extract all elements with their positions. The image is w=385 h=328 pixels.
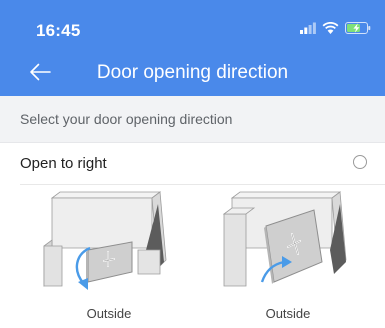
page-title: Door opening direction <box>96 62 289 83</box>
wifi-icon <box>322 22 339 34</box>
status-icons <box>300 22 371 34</box>
app-header: 16:45 Door opening direction <box>0 0 385 96</box>
battery-charging-icon <box>345 22 371 34</box>
status-time: 16:45 <box>36 21 81 40</box>
option-label: Open to right <box>20 155 107 172</box>
illustration-caption-right: Outside <box>265 306 311 321</box>
radio-open-to-right[interactable] <box>353 155 367 169</box>
signal-icon <box>300 22 316 34</box>
door-illustration-right <box>222 191 347 287</box>
instruction-text: Select your door opening direction <box>20 111 233 127</box>
option-open-to-right[interactable]: Open to right <box>0 142 385 184</box>
illustration-caption-left: Outside <box>86 306 132 321</box>
divider <box>20 184 385 185</box>
door-illustration-left <box>43 191 167 290</box>
instruction-bar: Select your door opening direction <box>0 96 385 143</box>
